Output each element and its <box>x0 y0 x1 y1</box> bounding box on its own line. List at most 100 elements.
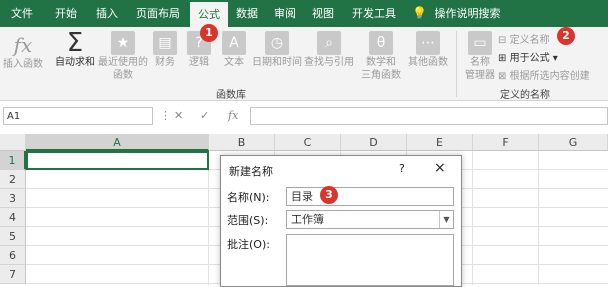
dots-book-icon: ⋯ <box>416 31 440 55</box>
fx-icon: fx <box>13 33 33 57</box>
text-a-icon: A <box>222 31 246 55</box>
row-header[interactable]: 5 <box>0 227 26 246</box>
more-label: 其他函数 <box>408 57 448 68</box>
formula-tag-icon: ⊞ <box>498 53 507 64</box>
dialog-title: 新建名称 <box>229 165 273 178</box>
formula-bar: A1 ⋮ ✕ ✓ fx <box>0 107 608 126</box>
annotation-badge-1: 1 <box>200 24 218 42</box>
book-icon: ▤ <box>153 31 177 55</box>
theta-icon: θ <box>369 31 393 55</box>
chevron-down-icon: ▾ <box>552 53 558 64</box>
autosum-button[interactable]: Σ 自动求和 <box>52 28 98 69</box>
magnifier-icon: ⌕ <box>317 31 341 55</box>
tab-home[interactable]: 开始 <box>44 0 88 27</box>
name-label: 名称(N): <box>227 191 270 204</box>
name-field[interactable]: 目录 <box>286 187 454 206</box>
scope-select[interactable]: 工作簿 ▼ <box>286 210 454 229</box>
insert-function-button[interactable]: fx 插入函数 <box>2 33 44 71</box>
column-header[interactable]: F <box>473 134 539 151</box>
sigma-icon: Σ <box>66 28 84 58</box>
clock-icon: ◷ <box>265 31 289 55</box>
insert-function-label: 插入函数 <box>3 59 43 70</box>
grid-line <box>472 151 473 285</box>
recent-label-1: 最近使用的 <box>98 57 148 68</box>
tab-view[interactable]: 视图 <box>304 0 342 27</box>
column-header[interactable]: D <box>341 134 407 151</box>
row-header[interactable]: 2 <box>0 170 26 189</box>
scope-select-value: 工作簿 <box>291 213 324 226</box>
name-field-value: 目录 <box>291 190 313 203</box>
tag-icon: ⊟ <box>498 35 507 46</box>
define-name-label: 定义名称 <box>509 35 550 46</box>
grid-line <box>208 151 209 285</box>
text-label: 文本 <box>224 57 244 68</box>
recent-functions-button[interactable]: ★ 最近使用的 函数 <box>98 31 148 82</box>
column-header[interactable]: E <box>407 134 473 151</box>
math-label-2: 三角函数 <box>361 70 401 81</box>
lookup-label: 查找与引用 <box>304 57 354 68</box>
column-header[interactable]: G <box>539 134 608 151</box>
column-header[interactable]: A <box>26 134 209 151</box>
insert-function-fx-icon[interactable]: fx <box>228 107 238 125</box>
tab-file[interactable]: 文件 <box>0 0 44 27</box>
tell-me-label: 操作说明搜索 <box>434 7 501 20</box>
cancel-icon[interactable]: ✕ <box>174 107 183 125</box>
text-button[interactable]: A 文本 <box>218 31 250 69</box>
define-name-button[interactable]: ⊟ 定义名称 <box>498 31 550 46</box>
selected-cell-a1[interactable] <box>26 151 209 170</box>
row-header[interactable]: 6 <box>0 246 26 265</box>
financial-label: 财务 <box>155 57 175 68</box>
more-dots-icon: ⋮ <box>160 109 171 122</box>
enter-check-icon[interactable]: ✓ <box>200 107 209 125</box>
column-header[interactable]: C <box>275 134 341 151</box>
logical-label: 逻辑 <box>189 57 209 68</box>
tab-page-layout[interactable]: 页面布局 <box>126 0 190 27</box>
use-in-formula-label: 用于公式 <box>509 53 550 64</box>
select-all-corner[interactable] <box>0 134 26 151</box>
math-trig-button[interactable]: θ 数学和 三角函数 <box>358 31 404 82</box>
scope-label: 范围(S): <box>227 214 269 227</box>
chevron-down-icon: ▼ <box>439 211 453 228</box>
tab-review[interactable]: 审阅 <box>266 0 304 27</box>
formula-input[interactable] <box>250 107 608 125</box>
row-header[interactable]: 3 <box>0 189 26 208</box>
autosum-label: 自动求和 <box>55 57 95 68</box>
datetime-label: 日期和时间 <box>252 57 302 68</box>
tell-me-search[interactable]: 💡 操作说明搜索 <box>412 0 512 27</box>
tab-insert[interactable]: 插入 <box>88 0 126 27</box>
more-functions-button[interactable]: ⋯ 其他函数 <box>406 31 450 69</box>
create-from-selection-button[interactable]: ⊠ 根据所选内容创建 <box>498 67 590 82</box>
column-header[interactable]: B <box>209 134 275 151</box>
math-label-1: 数学和 <box>366 57 396 68</box>
name-box[interactable]: A1 <box>3 107 153 125</box>
datetime-button[interactable]: ◷ 日期和时间 <box>252 31 302 69</box>
close-icon[interactable]: × <box>434 160 446 176</box>
tab-developer[interactable]: 开发工具 <box>342 0 406 27</box>
row-header[interactable]: 1 <box>0 151 26 170</box>
star-icon: ★ <box>111 31 135 55</box>
group-label-function-library: 函数库 <box>216 90 246 101</box>
recent-label-2: 函数 <box>113 70 133 81</box>
comment-label: 批注(O): <box>227 238 270 251</box>
financial-button[interactable]: ▤ 财务 <box>150 31 180 69</box>
name-manager-label-1: 名称 <box>470 57 490 68</box>
new-name-dialog: 新建名称 ? × 名称(N): 目录 范围(S): 工作簿 ▼ 批注(O): <box>220 155 462 287</box>
use-in-formula-button[interactable]: ⊞ 用于公式 ▾ <box>498 49 558 64</box>
row-header[interactable]: 4 <box>0 208 26 227</box>
help-icon[interactable]: ? <box>399 162 405 175</box>
lookup-button[interactable]: ⌕ 查找与引用 <box>304 31 354 69</box>
name-manager-button[interactable]: ▭ 名称 管理器 <box>460 31 500 82</box>
row-header[interactable]: 7 <box>0 265 26 284</box>
ribbon-tab-bar: 文件 开始 插入 页面布局 公式 数据 审阅 视图 开发工具 💡 操作说明搜索 <box>0 0 608 27</box>
name-manager-label-2: 管理器 <box>465 70 495 81</box>
lightbulb-icon: 💡 <box>412 6 427 20</box>
annotation-badge-2: 2 <box>557 27 575 45</box>
grid-icon: ⊠ <box>498 71 507 82</box>
ribbon-group-separator <box>456 31 457 97</box>
name-tag-icon: ▭ <box>468 31 492 55</box>
group-label-defined-names: 定义的名称 <box>500 90 550 101</box>
tab-data[interactable]: 数据 <box>228 0 266 27</box>
create-from-selection-label: 根据所选内容创建 <box>509 71 590 82</box>
grid-line <box>538 151 539 285</box>
comment-textarea[interactable] <box>286 234 454 286</box>
